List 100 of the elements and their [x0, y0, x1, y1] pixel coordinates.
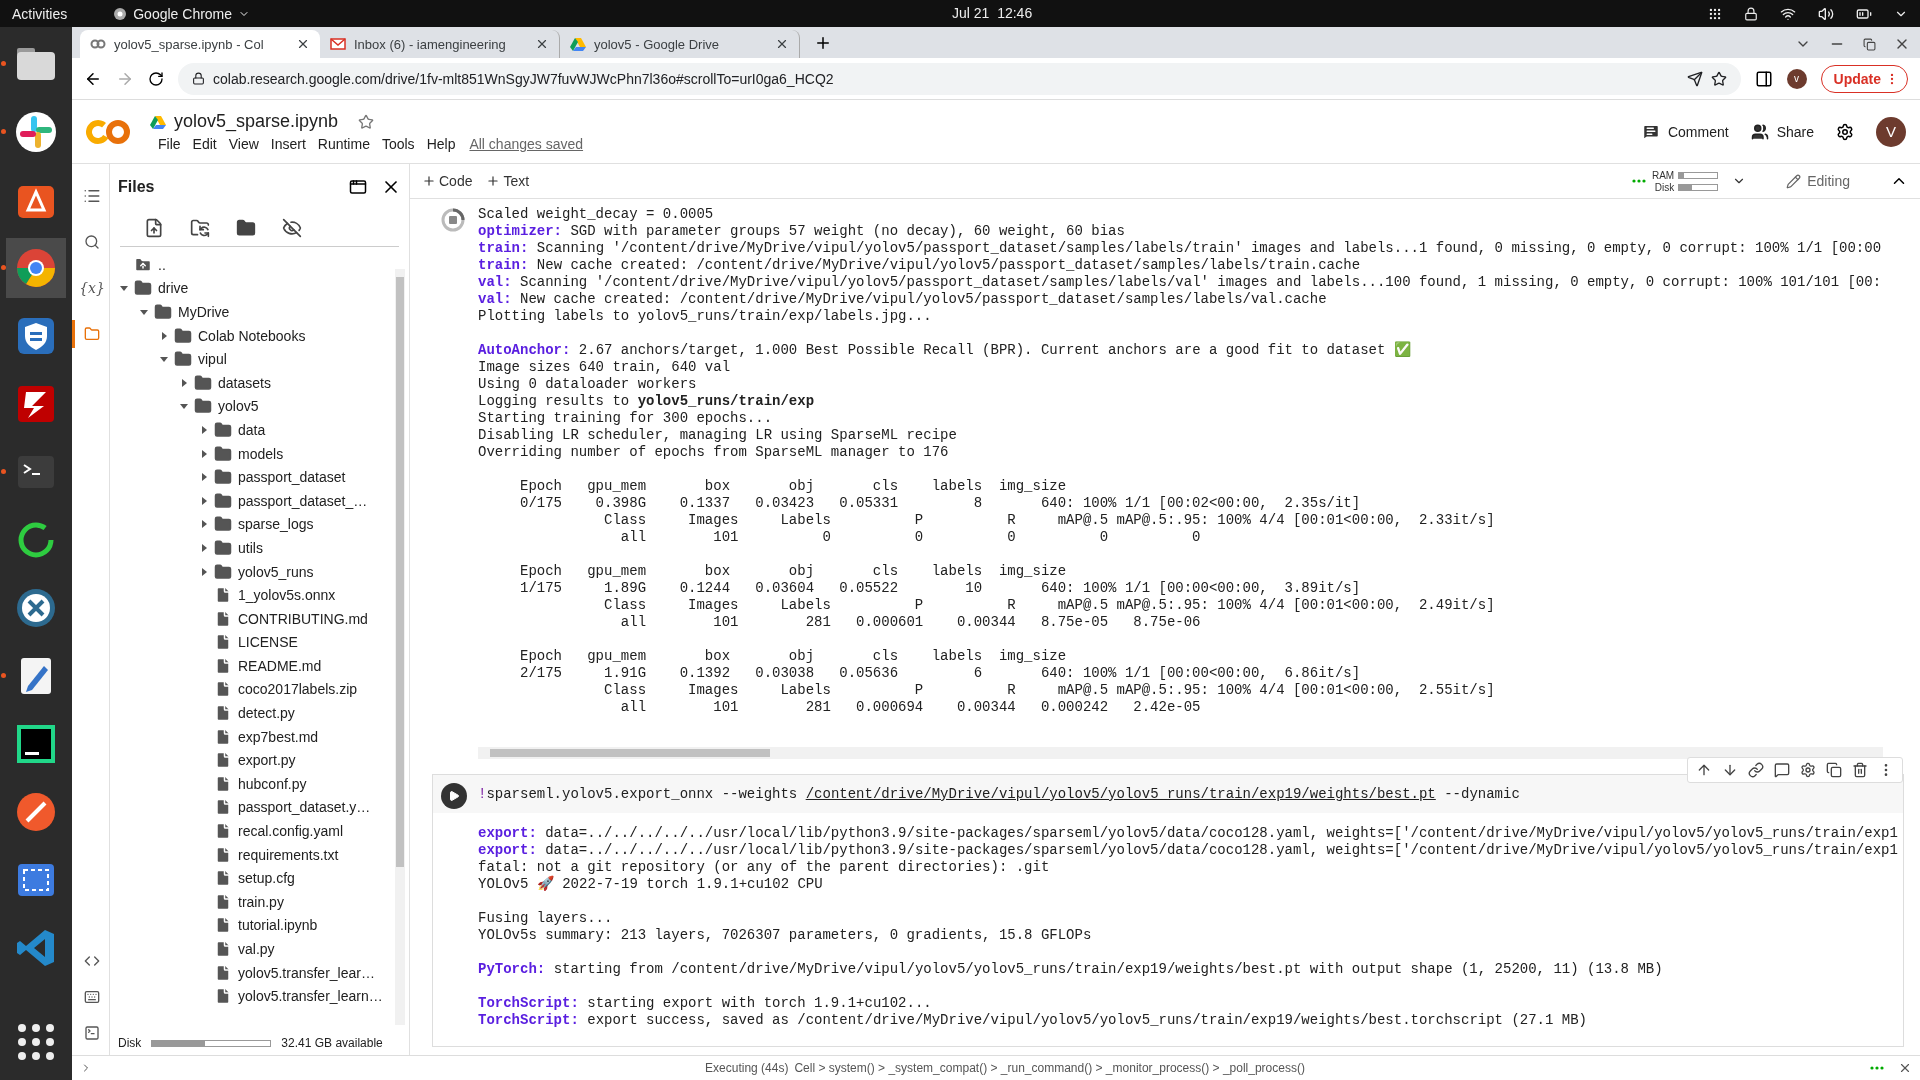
menu-item[interactable]: File: [158, 136, 181, 152]
share-button[interactable]: Share: [1750, 122, 1814, 141]
address-field[interactable]: colab.research.google.com/drive/1fv-mlt851WnSgyJW7fuvWJWcPhn7l36o#scrollTo=urI0ga6_HCQ2: [178, 62, 1741, 95]
settings-icon[interactable]: [1800, 762, 1816, 778]
caret-right-icon[interactable]: [200, 425, 208, 434]
file-name[interactable]: yolov5.transfer_lear…: [238, 964, 375, 981]
arrows-circle-icon[interactable]: [14, 586, 58, 630]
menu-item[interactable]: Help: [426, 136, 456, 152]
file-name[interactable]: hubconf.py: [238, 775, 307, 792]
scrollbar[interactable]: [395, 269, 405, 1025]
folder-name[interactable]: models: [238, 445, 284, 462]
horizontal-scrollbar[interactable]: [478, 747, 1883, 759]
file-name[interactable]: coco2017labels.zip: [238, 681, 358, 698]
close-icon[interactable]: [535, 37, 549, 51]
folder-name[interactable]: yolov5: [218, 398, 259, 415]
activities-button[interactable]: Activities: [12, 5, 68, 22]
caret-right-icon[interactable]: [200, 543, 208, 552]
caret-right-icon[interactable]: [200, 520, 208, 529]
folder-name[interactable]: data: [238, 421, 266, 438]
browser-tab[interactable]: yolov5 - Google Drive: [560, 30, 800, 58]
new-tab-icon[interactable]: [814, 34, 832, 52]
browser-tab[interactable]: Inbox (6) - iamengineering: [320, 30, 560, 58]
folder-refresh-icon[interactable]: [190, 218, 210, 238]
caret-right-icon[interactable]: [200, 496, 208, 505]
move-down-icon[interactable]: [1722, 762, 1738, 778]
close-icon[interactable]: [775, 37, 789, 51]
browser-tab[interactable]: yolov5_sparse.ipynb - Col: [80, 30, 320, 58]
eye-off-icon[interactable]: [282, 218, 302, 238]
caret-down-icon[interactable]: [160, 355, 168, 364]
close-icon[interactable]: [1898, 1061, 1912, 1075]
folder-name[interactable]: datasets: [218, 374, 271, 391]
menu-item[interactable]: Runtime: [317, 136, 370, 152]
close-icon[interactable]: [296, 37, 310, 51]
star-icon[interactable]: [358, 113, 375, 130]
delete-icon[interactable]: [1852, 762, 1868, 778]
folder-name[interactable]: passport_dataset: [238, 469, 346, 486]
bookmark-icon[interactable]: [1710, 70, 1727, 87]
move-up-icon[interactable]: [1696, 762, 1712, 778]
menu-item[interactable]: View: [228, 136, 259, 152]
send-icon[interactable]: [1686, 70, 1703, 87]
folder-name[interactable]: sparse_logs: [238, 516, 314, 533]
file-name[interactable]: export.py: [238, 752, 296, 769]
caret-right-icon[interactable]: [200, 473, 208, 482]
settings-icon[interactable]: [1836, 122, 1854, 141]
folder-icon[interactable]: [236, 218, 256, 238]
folder-name[interactable]: yolov5_runs: [238, 563, 314, 580]
file-name[interactable]: requirements.txt: [238, 846, 339, 863]
update-button[interactable]: Update: [1820, 64, 1908, 93]
ide-icon[interactable]: [14, 722, 58, 766]
comment-button[interactable]: Comment: [1641, 122, 1729, 141]
menu-item[interactable]: Tools: [381, 136, 415, 152]
add-code-button[interactable]: Code: [422, 173, 473, 189]
file-name[interactable]: recal.config.yaml: [238, 823, 344, 840]
path-link[interactable]: /content/drive/MyDrive/vipul/yolov5/yolov5_runs/train/exp19/weights/best.pt: [805, 786, 1436, 802]
editing-button[interactable]: Editing: [1780, 172, 1856, 190]
caret-right-icon[interactable]: [200, 567, 208, 576]
folder-name[interactable]: utils: [238, 539, 263, 556]
folder-name[interactable]: vipul: [198, 351, 227, 368]
caret-down-icon[interactable]: [140, 308, 148, 316]
file-name[interactable]: val.py: [238, 941, 275, 957]
file-name[interactable]: tutorial.ipynb: [238, 917, 318, 934]
caret-down-icon[interactable]: [180, 402, 188, 411]
caret-right-icon[interactable]: [180, 378, 188, 387]
folder-name[interactable]: Colab Notebooks: [198, 327, 306, 344]
comment-icon[interactable]: [1774, 762, 1790, 778]
upload-icon[interactable]: [144, 218, 164, 238]
restore-icon[interactable]: [1863, 37, 1876, 51]
menu-item[interactable]: Edit: [192, 136, 217, 152]
file-name[interactable]: LICENSE: [238, 634, 298, 651]
file-name[interactable]: detect.py: [238, 705, 295, 722]
menu-item[interactable]: Insert: [270, 136, 306, 152]
file-name[interactable]: yolov5.transfer_learn…: [238, 988, 383, 1005]
notebook-title[interactable]: yolov5_sparse.ipynb: [174, 111, 339, 132]
file-name[interactable]: train.py: [238, 893, 284, 910]
caret-right-icon[interactable]: [160, 331, 168, 340]
window-icon[interactable]: [349, 178, 367, 196]
side-panel-icon[interactable]: [1754, 69, 1773, 88]
folder-name[interactable]: passport_dataset_…: [238, 492, 368, 509]
clock[interactable]: Jul 21 12:46: [952, 5, 1033, 21]
file-name[interactable]: README.md: [238, 657, 322, 674]
profile-avatar[interactable]: v: [1786, 68, 1807, 89]
file-name[interactable]: passport_dataset.y…: [238, 799, 371, 816]
link-icon[interactable]: [1748, 762, 1764, 778]
caret-right-icon[interactable]: [200, 449, 208, 458]
brush-icon[interactable]: [14, 790, 58, 834]
variables-tab[interactable]: {x}: [71, 274, 110, 302]
save-status-link[interactable]: All changes saved: [469, 136, 584, 152]
file-name[interactable]: 1_yolov5s.onnx: [238, 587, 336, 604]
folder-name[interactable]: MyDrive: [178, 304, 230, 320]
file-name[interactable]: ..: [158, 256, 166, 273]
app-menu[interactable]: Google Chrome: [113, 5, 251, 22]
add-text-button[interactable]: Text: [486, 173, 530, 189]
account-avatar[interactable]: V: [1876, 116, 1906, 147]
file-name[interactable]: CONTRIBUTING.md: [238, 610, 368, 627]
pinwheel-icon[interactable]: [14, 110, 58, 154]
caret-down-icon[interactable]: [120, 284, 128, 293]
folder-name[interactable]: drive: [158, 280, 189, 297]
mirror-icon[interactable]: [1826, 762, 1842, 778]
file-name[interactable]: exp7best.md: [238, 728, 319, 745]
grid-icon[interactable]: [1708, 6, 1722, 21]
